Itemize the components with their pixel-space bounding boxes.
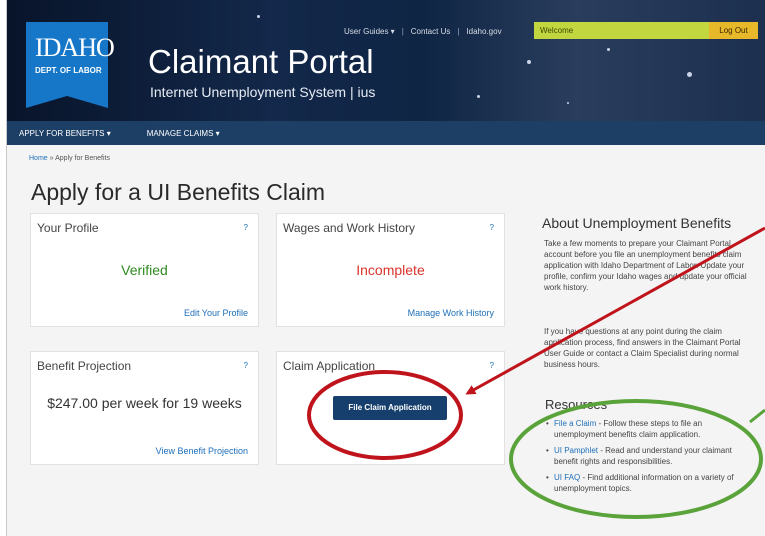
ui-pamphlet-link[interactable]: UI Pamphlet xyxy=(554,446,598,455)
portal-header: IDAHO DEPT. OF LABOR Claimant Portal Int… xyxy=(7,0,765,121)
about-title: About Unemployment Benefits xyxy=(542,215,732,231)
wages-card: Wages and Work History ? Incomplete Mana… xyxy=(276,213,505,327)
breadcrumb-separator: » xyxy=(49,155,54,162)
profile-status: Verified xyxy=(121,262,168,278)
utility-links: User Guides ▾ | Contact Us | Idaho.gov xyxy=(337,22,509,40)
portal-title: Claimant Portal xyxy=(148,43,374,80)
about-paragraph-1: Take a few moments to prepare your Claim… xyxy=(544,239,747,292)
idaho-gov-link[interactable]: Idaho.gov xyxy=(459,27,508,36)
wages-status: Incomplete xyxy=(356,262,425,278)
main-nav: APPLY FOR BENEFITS ▾ MANAGE CLAIMS ▾ xyxy=(7,121,765,145)
edit-profile-link[interactable]: Edit Your Profile xyxy=(184,308,248,318)
benefit-projection-card: Benefit Projection ? $247.00 per week fo… xyxy=(30,351,259,465)
profile-help-icon[interactable]: ? xyxy=(244,223,248,232)
user-guides-link[interactable]: User Guides ▾ xyxy=(337,27,402,36)
logo-sub-text: DEPT. OF LABOR xyxy=(35,66,102,75)
contact-us-link[interactable]: Contact Us xyxy=(404,27,458,36)
projection-help-icon[interactable]: ? xyxy=(244,361,248,370)
welcome-bar: Welcome xyxy=(534,22,709,39)
about-paragraph-2: If you have questions at any point durin… xyxy=(544,327,741,369)
nav-manage-claims[interactable]: MANAGE CLAIMS ▾ xyxy=(135,129,244,138)
wages-card-title: Wages and Work History xyxy=(283,221,416,235)
projection-value: $247.00 per week for 19 weeks xyxy=(47,395,242,411)
profile-card: Your Profile ? Verified Edit Your Profil… xyxy=(30,213,259,327)
wages-help-icon[interactable]: ? xyxy=(490,223,494,232)
claim-application-card: Claim Application ? File Claim Applicati… xyxy=(276,351,505,465)
page-title: Apply for a UI Benefits Claim xyxy=(31,179,326,205)
file-claim-application-button[interactable]: File Claim Application xyxy=(333,396,447,420)
list-item: • UI FAQ - Find additional information on… xyxy=(546,473,734,493)
view-benefit-projection-link[interactable]: View Benefit Projection xyxy=(156,446,248,456)
breadcrumb-home[interactable]: Home xyxy=(29,155,48,162)
breadcrumb-current: Apply for Benefits xyxy=(55,155,110,162)
projection-card-title: Benefit Projection xyxy=(37,359,132,373)
manage-work-history-link[interactable]: Manage Work History xyxy=(408,308,494,318)
logo-main-text: IDAHO xyxy=(35,33,115,62)
file-a-claim-link[interactable]: File a Claim xyxy=(554,419,596,428)
list-item: • File a Claim - Follow these steps to fi… xyxy=(546,419,703,439)
claim-card-title: Claim Application xyxy=(283,359,376,373)
resources-list: • File a Claim - Follow these steps to fi… xyxy=(546,418,751,499)
portal-subtitle: Internet Unemployment System | ius xyxy=(150,84,376,100)
profile-card-title: Your Profile xyxy=(37,221,99,235)
resource-description: - Find additional information on a varie… xyxy=(554,473,734,493)
logout-button[interactable]: Log Out xyxy=(709,22,758,39)
list-item: • UI Pamphlet - Read and understand your … xyxy=(546,446,732,466)
browser-frame: IDAHO DEPT. OF LABOR Claimant Portal Int… xyxy=(6,0,765,536)
resources-title: Resources xyxy=(545,397,608,412)
ui-faq-link[interactable]: UI FAQ xyxy=(554,473,580,482)
nav-apply-for-benefits[interactable]: APPLY FOR BENEFITS ▾ xyxy=(7,129,135,138)
breadcrumb: Home » Apply for Benefits xyxy=(29,155,110,162)
claim-help-icon[interactable]: ? xyxy=(490,361,494,370)
idaho-dol-logo[interactable]: IDAHO DEPT. OF LABOR xyxy=(26,22,115,108)
